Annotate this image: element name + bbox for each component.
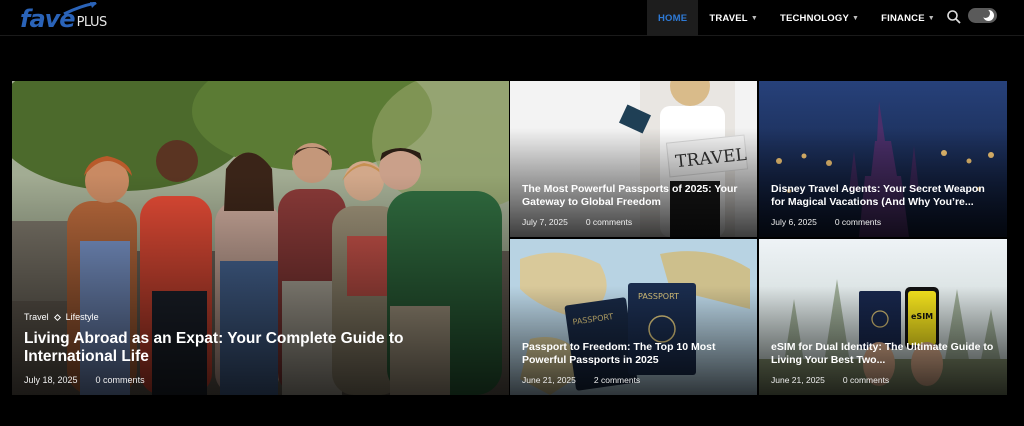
category-list: Travel Lifestyle [24, 312, 497, 322]
category-link-travel[interactable]: Travel [24, 312, 49, 322]
post-date: June 21, 2025 [522, 375, 576, 385]
nav-travel-label: TRAVEL [709, 12, 748, 24]
post-content: eSIM for Dual Identity: The Ultimate Gui… [771, 341, 995, 385]
post-date: June 21, 2025 [771, 375, 825, 385]
post-title[interactable]: The Most Powerful Passports of 2025: You… [522, 183, 745, 209]
dark-mode-toggle[interactable] [968, 8, 997, 23]
nav-home-label: HOME [658, 12, 688, 24]
post-card[interactable]: PASSPORT PASSPORT Passport to Freedom: T… [510, 239, 757, 395]
featured-post-card[interactable]: Travel Lifestyle Living Abroad as an Exp… [12, 81, 509, 395]
chevron-down-icon: ▼ [750, 14, 758, 22]
post-content: Passport to Freedom: The Top 10 Most Pow… [522, 341, 745, 385]
moon-icon [981, 9, 994, 21]
nav-finance[interactable]: FINANCE ▼ [870, 0, 946, 36]
search-icon[interactable] [946, 9, 962, 25]
post-date: July 18, 2025 [24, 375, 78, 385]
post-title[interactable]: Passport to Freedom: The Top 10 Most Pow… [522, 341, 745, 367]
logo-swoosh-icon [63, 2, 97, 16]
diamond-separator-icon [53, 313, 61, 321]
nav-finance-label: FINANCE [881, 12, 925, 24]
nav-technology-label: TECHNOLOGY [779, 12, 849, 24]
post-content: Disney Travel Agents: Your Secret Weapon… [771, 183, 995, 227]
nav-home[interactable]: HOME [647, 0, 699, 36]
category-link-lifestyle[interactable]: Lifestyle [66, 312, 99, 322]
chevron-down-icon: ▼ [927, 14, 935, 22]
featured-post-title[interactable]: Living Abroad as an Expat: Your Complete… [24, 330, 497, 366]
post-meta: July 6, 2025 0 comments [771, 217, 995, 227]
post-title[interactable]: Disney Travel Agents: Your Secret Weapon… [771, 183, 995, 209]
nav-travel[interactable]: TRAVEL ▼ [698, 0, 769, 36]
chevron-down-icon: ▼ [851, 14, 860, 22]
post-meta: June 21, 2025 2 comments [522, 375, 745, 385]
featured-post-content: Travel Lifestyle Living Abroad as an Exp… [24, 312, 497, 385]
post-title[interactable]: eSIM for Dual Identity: The Ultimate Gui… [771, 341, 995, 367]
logo-plus: PLUS [76, 15, 108, 30]
post-comments-link[interactable]: 0 comments [843, 375, 889, 385]
site-header: fave PLUS HOME TRAVEL ▼ TECHNOLOGY ▼ FINAN… [0, 0, 1024, 36]
site-logo[interactable]: fave PLUS [20, 2, 108, 33]
post-comments-link[interactable]: 2 comments [594, 375, 640, 385]
post-date: July 6, 2025 [771, 217, 817, 227]
post-card[interactable]: TRAVEL The Most Powerful Passports of 20… [510, 81, 757, 237]
post-comments-link[interactable]: 0 comments [96, 375, 145, 385]
post-meta: July 7, 2025 0 comments [522, 217, 745, 227]
post-card[interactable]: eSIM eSIM for Dual Identity: The Ultimat… [759, 239, 1007, 395]
nav-technology[interactable]: TECHNOLOGY ▼ [769, 0, 870, 36]
post-comments-link[interactable]: 0 comments [835, 217, 881, 227]
post-meta: July 18, 2025 0 comments [24, 375, 497, 385]
post-comments-link[interactable]: 0 comments [586, 217, 632, 227]
post-meta: June 21, 2025 0 comments [771, 375, 995, 385]
post-date: July 7, 2025 [522, 217, 568, 227]
post-content: The Most Powerful Passports of 2025: You… [522, 183, 745, 227]
post-card[interactable]: Disney Travel Agents: Your Secret Weapon… [759, 81, 1007, 237]
main-nav: HOME TRAVEL ▼ TECHNOLOGY ▼ FINANCE ▼ [647, 0, 946, 36]
